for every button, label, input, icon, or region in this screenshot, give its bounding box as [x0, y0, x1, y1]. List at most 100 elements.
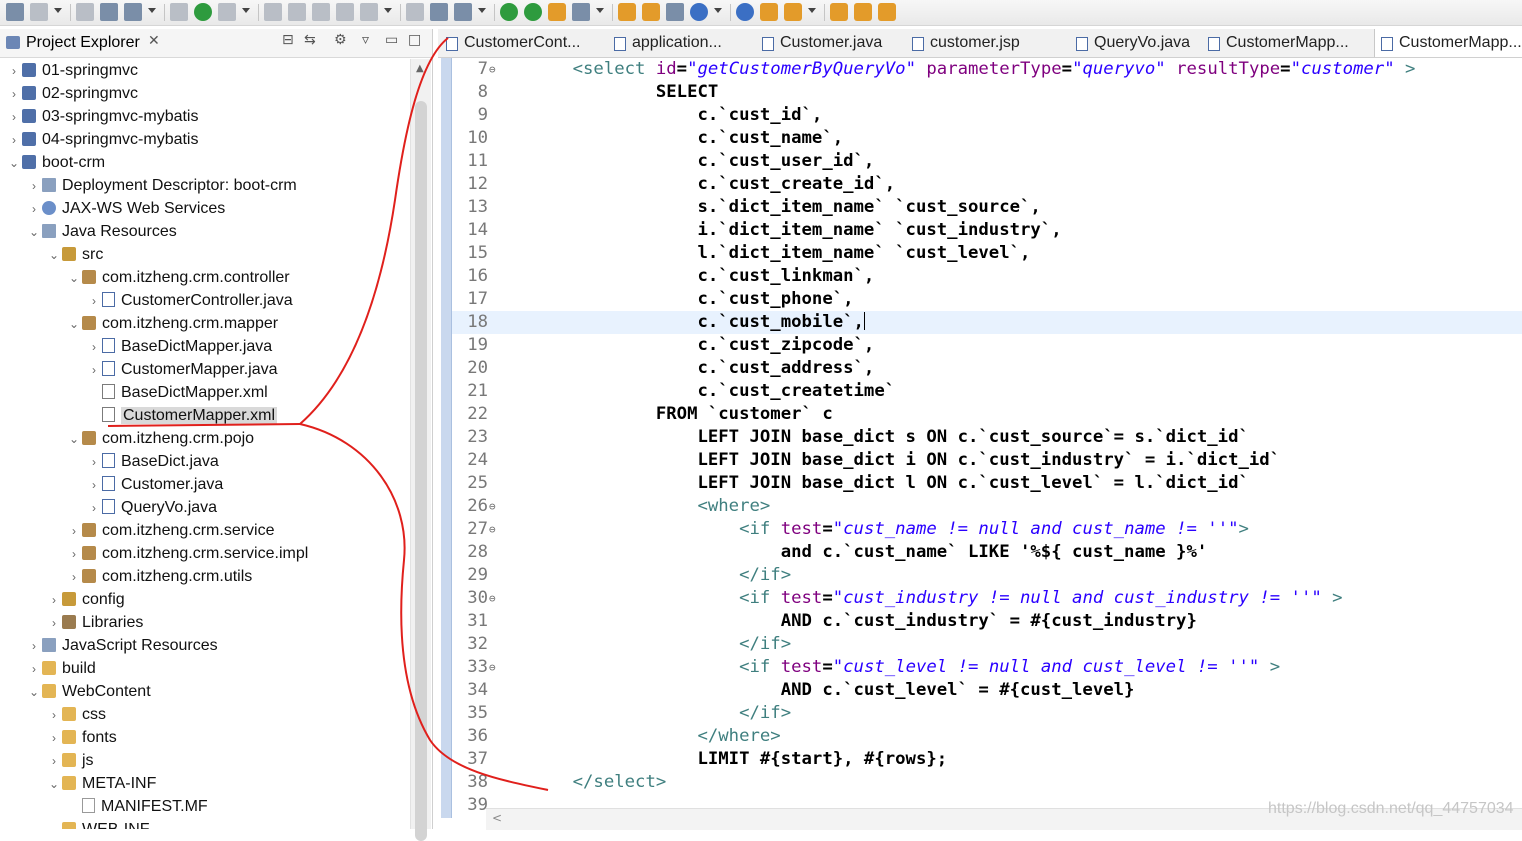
expand-chevron-icon[interactable]: ›: [26, 175, 42, 198]
fold-toggle-icon[interactable]: ⊖: [489, 495, 496, 518]
code-line[interactable]: 10 c.`cust_name`,: [452, 127, 1522, 150]
code-line[interactable]: 37 LIMIT #{start}, #{rows};: [452, 748, 1522, 771]
tree-item[interactable]: BaseDictMapper.xml: [86, 381, 268, 404]
code-line[interactable]: 28 and c.`cust_name` LIKE '%${ cust_name…: [452, 541, 1522, 564]
dropdown-arrow-icon[interactable]: [148, 8, 156, 13]
expand-chevron-icon[interactable]: ›: [86, 290, 102, 313]
tree-item[interactable]: › BaseDictMapper.java: [86, 335, 272, 358]
tree-item[interactable]: › CustomerController.java: [86, 289, 293, 312]
tree-item[interactable]: ⌄ Java Resources: [26, 220, 177, 243]
code-line[interactable]: 11 c.`cust_user_id`,: [452, 150, 1522, 173]
expand-chevron-icon[interactable]: ›: [46, 727, 62, 750]
code-line[interactable]: 29 </if>: [452, 564, 1522, 587]
code-line[interactable]: 31 AND c.`cust_industry` = #{cust_indust…: [452, 610, 1522, 633]
code-line[interactable]: 21 c.`cust_createtime`: [452, 380, 1522, 403]
use-step-filters-icon[interactable]: [430, 3, 448, 21]
debug-icon[interactable]: [454, 3, 472, 21]
expand-chevron-icon[interactable]: ›: [86, 451, 102, 474]
skip-breakpoints-icon[interactable]: [170, 3, 188, 21]
suspend-icon[interactable]: [218, 3, 236, 21]
open-task-icon[interactable]: [666, 3, 684, 21]
explorer-scrollbar[interactable]: ▲: [410, 59, 431, 841]
tree-item[interactable]: › 01-springmvc: [6, 59, 138, 82]
code-line[interactable]: 20 c.`cust_address`,: [452, 357, 1522, 380]
external-tools-icon[interactable]: [548, 3, 566, 21]
print-icon[interactable]: [100, 3, 118, 21]
collapse-chevron-icon[interactable]: ⌄: [26, 221, 42, 244]
code-line[interactable]: 35 </if>: [452, 702, 1522, 725]
collapse-chevron-icon[interactable]: ⌄: [26, 681, 42, 704]
scroll-up-icon[interactable]: ▲: [416, 63, 424, 74]
code-line[interactable]: 15 l.`dict_item_name` `cust_level`,: [452, 242, 1522, 265]
code-line[interactable]: 36 </where>: [452, 725, 1522, 748]
editor-tab[interactable]: customer.jsp: [906, 29, 1086, 57]
tree-item[interactable]: › Libraries: [46, 611, 143, 634]
scrollbar-thumb[interactable]: [415, 101, 427, 841]
dropdown-arrow-icon[interactable]: [596, 8, 604, 13]
expand-chevron-icon[interactable]: ›: [6, 106, 22, 129]
expand-chevron-icon[interactable]: ›: [86, 359, 102, 382]
code-line[interactable]: 18 c.`cust_mobile`,: [452, 311, 1522, 334]
tree-item[interactable]: ⌄ com.itzheng.crm.pojo: [66, 427, 254, 450]
step-into-icon[interactable]: [312, 3, 330, 21]
scroll-left-icon[interactable]: <: [492, 811, 502, 825]
editor-tab[interactable]: CustomerCont...: [440, 29, 624, 57]
code-line[interactable]: 16 c.`cust_linkman`,: [452, 265, 1522, 288]
minimize-icon[interactable]: ▭: [385, 32, 398, 48]
dropdown-arrow-icon[interactable]: [54, 8, 62, 13]
code-line[interactable]: 9 c.`cust_id`,: [452, 104, 1522, 127]
code-line[interactable]: 13 s.`dict_item_name` `cust_source`,: [452, 196, 1522, 219]
maximize-icon[interactable]: □: [408, 32, 421, 48]
filter-icon[interactable]: ⚙: [334, 32, 347, 48]
toggle-annotation-icon[interactable]: [736, 3, 754, 21]
tree-item[interactable]: › CustomerMapper.java: [86, 358, 278, 381]
tree-item[interactable]: › 04-springmvc-mybatis: [6, 128, 198, 151]
expand-chevron-icon[interactable]: ›: [86, 336, 102, 359]
code-line[interactable]: 26 ⊖ <where>: [452, 495, 1522, 518]
code-line[interactable]: 30 ⊖ <if test="cust_industry != null and …: [452, 587, 1522, 610]
tree-item[interactable]: › com.itzheng.crm.service: [66, 519, 275, 542]
forward-icon[interactable]: [878, 3, 896, 21]
code-line[interactable]: 25 LEFT JOIN base_dict l ON c.`cust_leve…: [452, 472, 1522, 495]
expand-chevron-icon[interactable]: ›: [26, 198, 42, 221]
code-line[interactable]: 19 c.`cust_zipcode`,: [452, 334, 1522, 357]
run-icon[interactable]: [500, 3, 518, 21]
expand-chevron-icon[interactable]: ›: [6, 129, 22, 152]
expand-chevron-icon[interactable]: ›: [86, 474, 102, 497]
view-menu-icon[interactable]: ▿: [362, 32, 369, 48]
expand-chevron-icon[interactable]: ›: [46, 612, 62, 635]
tree-item[interactable]: › 02-springmvc: [6, 82, 138, 105]
expand-chevron-icon[interactable]: ›: [26, 635, 42, 658]
tree-item[interactable]: ⌄ src: [46, 243, 103, 266]
dropdown-arrow-icon[interactable]: [384, 8, 392, 13]
expand-chevron-icon[interactable]: ›: [66, 543, 82, 566]
tree-item[interactable]: › com.itzheng.crm.service.impl: [66, 542, 308, 565]
code-line[interactable]: 24 LEFT JOIN base_dict i ON c.`cust_indu…: [452, 449, 1522, 472]
tree-item[interactable]: MANIFEST.MF: [66, 795, 208, 818]
tree-item[interactable]: › Deployment Descriptor: boot-crm: [26, 174, 297, 197]
code-line[interactable]: 14 i.`dict_item_name` `cust_industry`,: [452, 219, 1522, 242]
close-icon[interactable]: ✕: [148, 33, 160, 49]
open-type-icon[interactable]: [642, 3, 660, 21]
code-line[interactable]: 12 c.`cust_create_id`,: [452, 173, 1522, 196]
tree-item[interactable]: › JAX-WS Web Services: [26, 197, 225, 220]
collapse-chevron-icon[interactable]: ⌄: [66, 267, 82, 290]
new-icon[interactable]: [6, 3, 24, 21]
editor-tab[interactable]: Customer.java: [756, 29, 922, 57]
code-line[interactable]: 22 FROM `customer` c: [452, 403, 1522, 426]
code-lines[interactable]: 7 ⊖ <select id="getCustomerByQueryVo" par…: [452, 58, 1522, 815]
editor-tab[interactable]: application...: [608, 29, 772, 57]
expand-chevron-icon[interactable]: ›: [66, 520, 82, 543]
dropdown-arrow-icon[interactable]: [242, 8, 250, 13]
new-java-project-icon[interactable]: [618, 3, 636, 21]
code-line[interactable]: 33 ⊖ <if test="cust_level != null and cus…: [452, 656, 1522, 679]
code-line[interactable]: 32 </if>: [452, 633, 1522, 656]
tree-item[interactable]: ⌄ WEB-INF: [46, 818, 150, 829]
fold-toggle-icon[interactable]: ⊖: [489, 518, 496, 541]
search-web-icon[interactable]: [690, 3, 708, 21]
code-line[interactable]: 27 ⊖ <if test="cust_name != null and cust…: [452, 518, 1522, 541]
back-icon[interactable]: [854, 3, 872, 21]
disconnect-icon[interactable]: [288, 3, 306, 21]
collapse-chevron-icon[interactable]: ⌄: [66, 428, 82, 451]
resume-icon[interactable]: [194, 3, 212, 21]
